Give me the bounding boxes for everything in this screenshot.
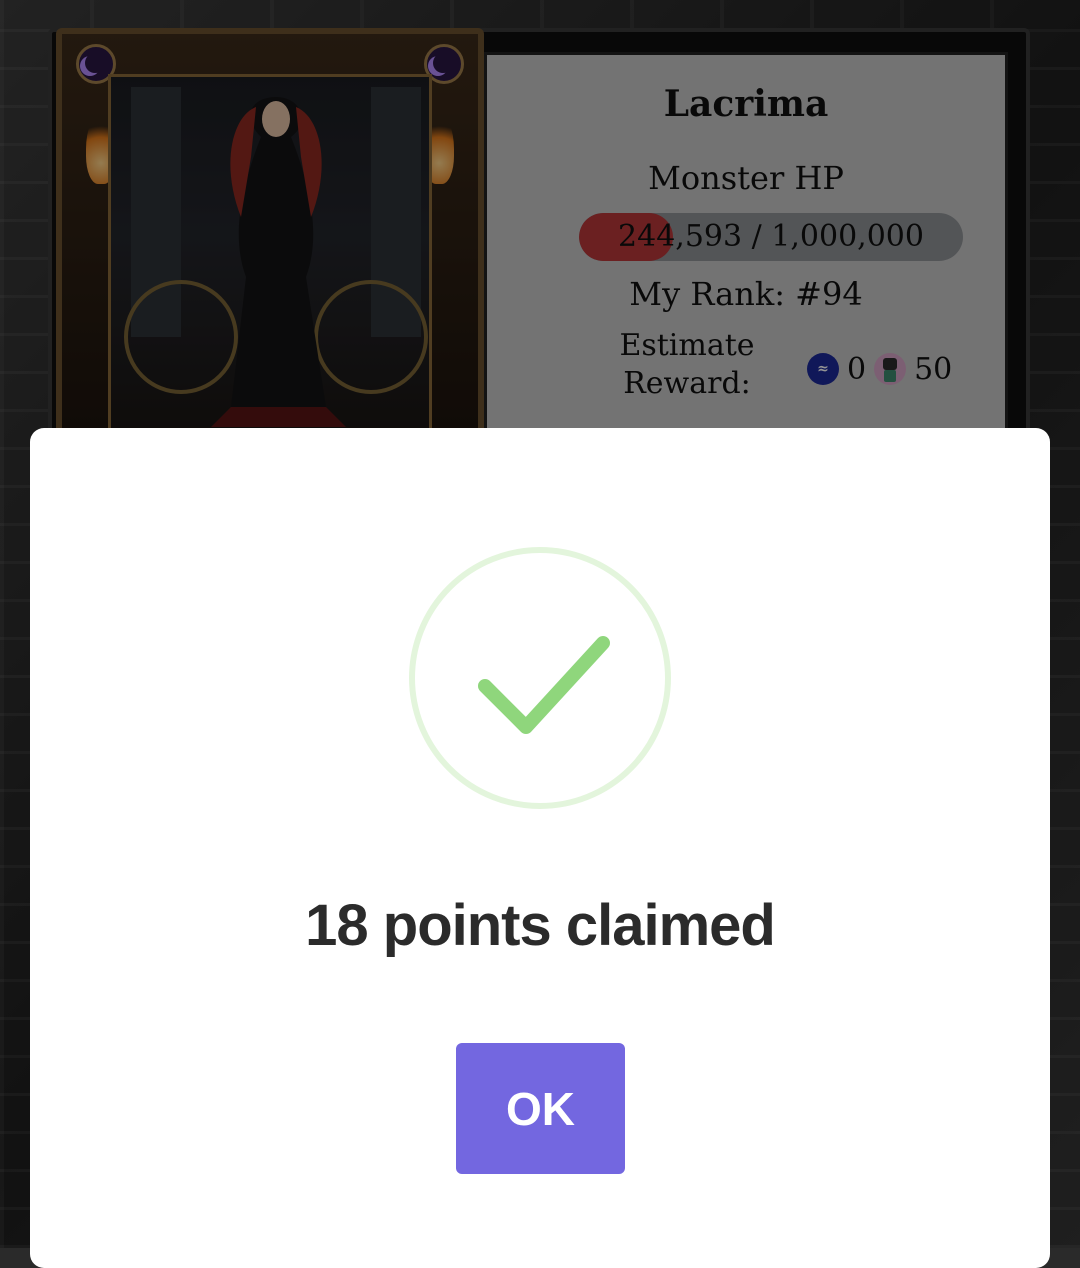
claim-dialog: 18 points claimed OK <box>30 428 1050 1268</box>
check-circle-icon <box>409 547 671 809</box>
ok-button[interactable]: OK <box>456 1043 625 1174</box>
dialog-message: 18 points claimed <box>305 893 776 958</box>
